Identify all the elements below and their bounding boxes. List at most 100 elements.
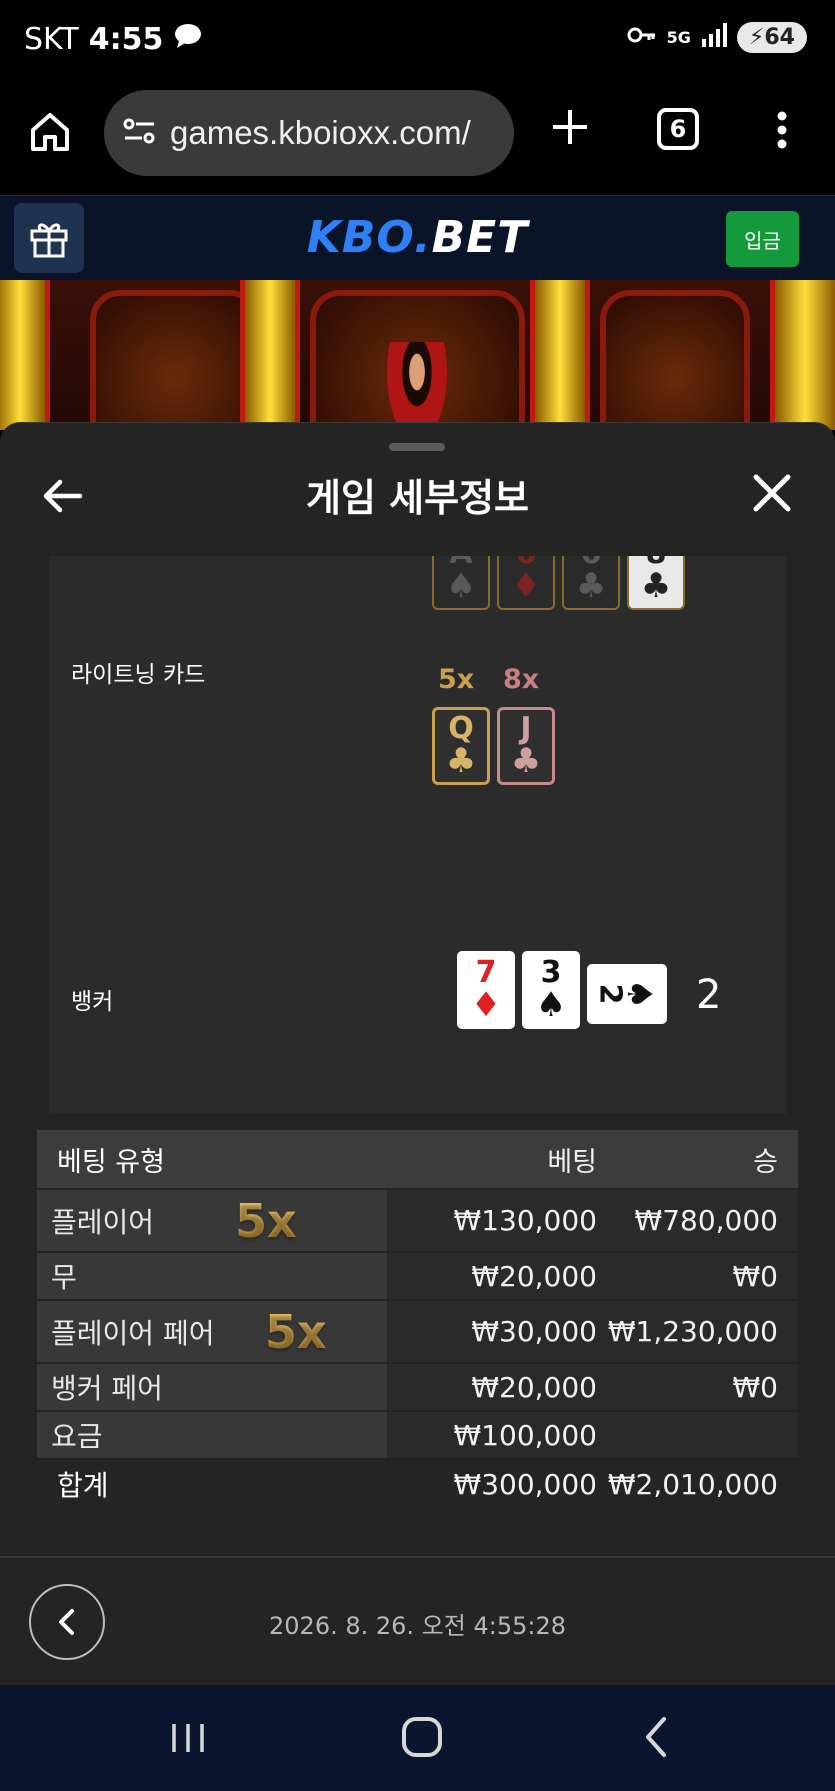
player-card: A ♠	[432, 556, 490, 610]
close-button[interactable]	[752, 473, 792, 513]
table-row: 플레이어 5x ₩130,000 ₩780,000	[37, 1190, 798, 1253]
card-suit: ♠	[445, 566, 477, 606]
game-details-sheet: 게임 세부정보 A ♠ 6 ♦ 6 ♣ 8 ♣ 라이트닝 카드 5x 8x Q …	[0, 422, 835, 1685]
site-header: KBO.BET 입금	[0, 195, 835, 280]
bet-type: 무	[51, 1261, 77, 1294]
lightning-cards-label: 라이트닝 카드	[71, 662, 206, 688]
lightning-multiplier: 8x	[503, 664, 540, 695]
table-row: 뱅커 페어 ₩20,000 ₩0	[37, 1364, 798, 1412]
player-card: 6 ♣	[562, 556, 620, 610]
bet-type: 플레이어 페어	[51, 1316, 215, 1350]
deposit-button[interactable]: 입금	[726, 211, 799, 267]
lightning-card: Q ♣	[432, 707, 490, 785]
card-suit: ♣	[510, 741, 542, 781]
site-settings-icon[interactable]	[122, 116, 158, 150]
lightning-multiplier: 5x	[438, 664, 475, 695]
card-suit: ♣	[575, 566, 607, 606]
browser-menu-button[interactable]	[764, 102, 800, 158]
card-rank: Q	[448, 711, 474, 746]
total-bet: ₩300,000	[387, 1460, 597, 1508]
logo-bet: BET	[431, 212, 529, 263]
lightning-card: J ♣	[497, 707, 555, 785]
card-rank: 3	[540, 955, 562, 990]
bet-amount: ₩20,000	[387, 1253, 597, 1299]
card-suit: ♠	[535, 985, 567, 1025]
recent-apps-button[interactable]	[170, 1720, 206, 1756]
game-result-panel: A ♠ 6 ♦ 6 ♣ 8 ♣ 라이트닝 카드 5x 8x Q ♣ J ♣ 뱅커…	[49, 556, 786, 1114]
table-row: 플레이어 페어 5x ₩30,000 ₩1,230,000	[37, 1301, 798, 1364]
total-win: ₩2,010,000	[597, 1460, 798, 1508]
win-amount: ₩0	[597, 1364, 798, 1410]
drag-handle[interactable]	[389, 443, 445, 451]
network-label: 5G	[666, 28, 691, 47]
chat-bubble-icon	[173, 22, 203, 57]
tab-count: 6	[669, 115, 687, 143]
divider	[0, 1556, 835, 1558]
card-suit: ♦	[470, 985, 502, 1025]
more-vertical-icon	[777, 111, 787, 149]
row-multiplier: 5x	[235, 1194, 297, 1248]
card-rank: 7	[475, 955, 497, 990]
recent-apps-icon	[172, 1724, 204, 1752]
header-type: 베팅 유형	[37, 1130, 387, 1188]
status-right: 5G ⚡64	[627, 22, 807, 53]
table-total-row: 합계 ₩300,000 ₩2,010,000	[37, 1460, 798, 1508]
plus-icon	[553, 110, 587, 144]
bet-amount: ₩100,000	[387, 1412, 597, 1458]
battery-level: 64	[764, 25, 795, 50]
status-bar: SKT 4:55 5G ⚡64	[0, 0, 835, 80]
back-icon	[646, 1717, 666, 1757]
win-amount: ₩0	[597, 1253, 798, 1299]
site-logo[interactable]: KBO.BET	[0, 212, 835, 263]
player-card: 8 ♣	[627, 556, 685, 610]
system-nav-bar	[0, 1685, 835, 1791]
card-suit: ♣	[445, 741, 477, 781]
win-amount: ₩1,230,000	[597, 1301, 798, 1362]
close-icon	[753, 474, 791, 512]
signal-icon	[701, 22, 727, 53]
card-suit: ♦	[510, 566, 542, 606]
banker-card-sideways: 2 ♠	[587, 964, 667, 1024]
bet-amount: ₩30,000	[387, 1301, 597, 1362]
table-row: 무 ₩20,000 ₩0	[37, 1253, 798, 1301]
home-icon	[31, 113, 69, 151]
back-nav-button[interactable]	[640, 1715, 672, 1759]
card-rank: J	[520, 711, 532, 746]
header-win: 승	[597, 1130, 798, 1188]
dealer-image	[387, 342, 447, 430]
browser-toolbar: games.kboioxx.com/ 6	[0, 80, 835, 195]
row-multiplier: 5x	[265, 1305, 327, 1359]
sheet-title: 게임 세부정보	[306, 476, 529, 520]
url-text[interactable]: games.kboioxx.com/	[170, 114, 471, 152]
bet-amount: ₩20,000	[387, 1364, 597, 1410]
battery-indicator: ⚡64	[736, 22, 807, 53]
banker-score: 2	[696, 972, 722, 1018]
banker-card: 3 ♠	[522, 951, 580, 1029]
clock: 4:55	[88, 22, 164, 57]
bet-type: 요금	[51, 1420, 103, 1453]
player-card: 6 ♦	[497, 556, 555, 610]
key-icon	[627, 25, 657, 51]
address-bar[interactable]: games.kboioxx.com/	[104, 90, 514, 176]
table-row: 요금 ₩100,000	[37, 1412, 798, 1460]
banker-card: 7 ♦	[457, 951, 515, 1029]
browser-home-button[interactable]	[28, 110, 78, 160]
bet-amount: ₩130,000	[387, 1190, 597, 1251]
card-suit: ♣	[640, 566, 672, 606]
bet-type: 플레이어	[51, 1205, 155, 1239]
new-tab-button[interactable]	[545, 102, 595, 152]
header-bet: 베팅	[387, 1130, 597, 1188]
banker-label: 뱅커	[71, 989, 114, 1015]
carrier-label: SKT	[24, 22, 79, 57]
win-amount: ₩780,000	[597, 1190, 798, 1251]
bet-table: 베팅 유형 베팅 승 플레이어 5x ₩130,000 ₩780,000 무 ₩…	[37, 1130, 798, 1508]
bet-type: 뱅커 페어	[51, 1372, 163, 1405]
home-nav-button[interactable]	[402, 1717, 442, 1757]
total-label: 합계	[37, 1460, 387, 1508]
win-amount	[597, 1412, 798, 1458]
status-left: SKT 4:55	[24, 22, 203, 57]
game-timestamp: 2026. 8. 26. 오전 4:55:28	[269, 1612, 566, 1640]
live-casino-background	[0, 280, 835, 430]
card-suit: ♠	[619, 978, 660, 1010]
tab-switcher-button[interactable]: 6	[657, 108, 699, 150]
